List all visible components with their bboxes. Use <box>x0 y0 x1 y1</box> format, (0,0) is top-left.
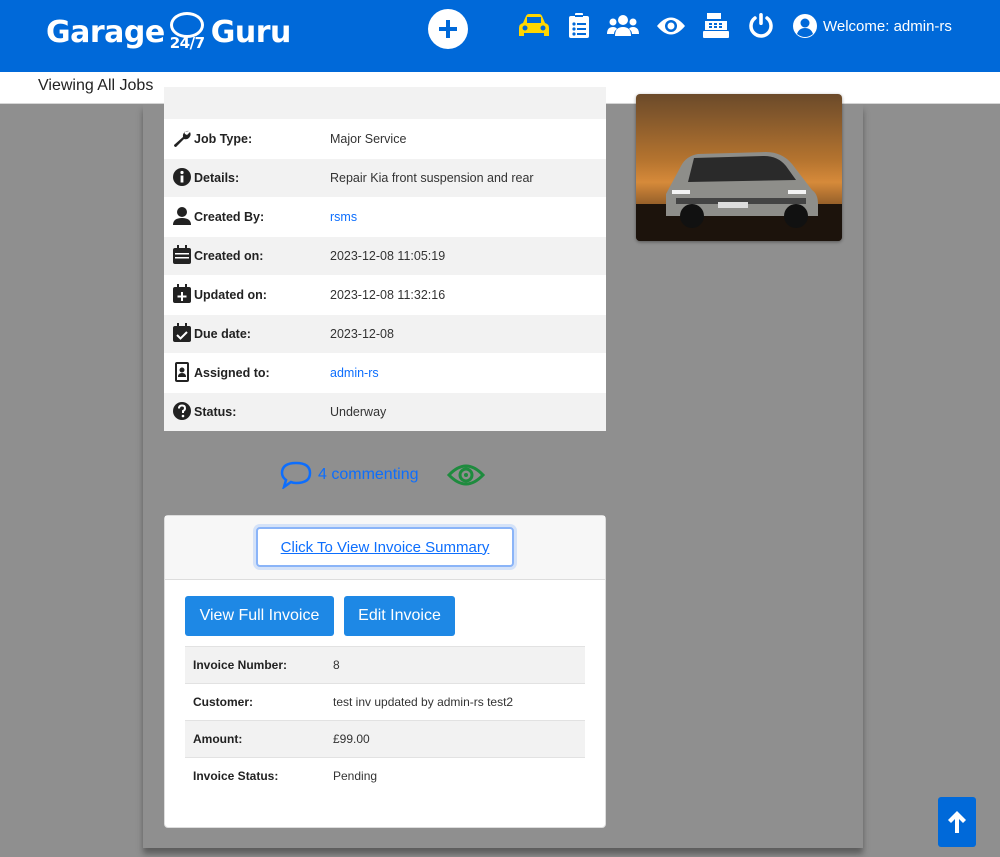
vehicle-photo <box>636 94 842 241</box>
due-date-label: Due date: <box>194 326 251 341</box>
clipboard-list-icon <box>569 13 589 38</box>
comment-count-link[interactable]: 4 commenting <box>318 466 419 484</box>
created-by-label: Created By: <box>194 209 265 224</box>
status-label: Status: <box>194 404 237 419</box>
due-date-value: 2023-12-08 <box>322 314 606 354</box>
amount-label: Amount: <box>185 720 325 758</box>
calendar-icon <box>173 244 191 264</box>
table-row: Status: Underway <box>164 392 606 431</box>
nav-cars-button[interactable] <box>516 10 552 42</box>
calendar-check-icon <box>173 322 191 342</box>
invoice-number-label: Invoice Number: <box>185 646 325 684</box>
invoice-status-value: Pending <box>325 757 585 794</box>
details-label: Details: <box>194 170 240 185</box>
wrench-icon <box>174 130 191 147</box>
invoice-number-value: 8 <box>325 646 585 684</box>
table-row: Created on: 2023-12-08 11:05:19 <box>164 236 606 276</box>
edit-invoice-button[interactable]: Edit Invoice <box>344 596 455 636</box>
status-value: Underway <box>322 392 606 431</box>
info-icon <box>173 167 191 186</box>
assigned-to-label: Assigned to: <box>194 365 270 380</box>
invoice-table: Invoice Number: 8 Customer: test inv upd… <box>185 646 585 794</box>
id-badge-icon <box>175 361 189 382</box>
question-icon <box>173 401 191 420</box>
customer-label: Customer: <box>185 683 325 721</box>
view-full-invoice-button[interactable]: View Full Invoice <box>185 596 334 636</box>
invoice-summary-button[interactable]: Click To View Invoice Summary <box>256 527 514 567</box>
updated-on-label: Updated on: <box>194 287 267 302</box>
power-icon <box>749 13 773 38</box>
table-row: Assigned to: admin-rs <box>164 353 606 393</box>
arrow-up-icon <box>948 811 966 833</box>
created-on-label: Created on: <box>194 248 264 263</box>
brand-name-right: Guru <box>210 14 292 50</box>
nav-view-button[interactable] <box>653 10 689 42</box>
job-details-table: Job Type: Major Service Details: Repair … <box>164 86 606 431</box>
invoice-card: Click To View Invoice Summary View Full … <box>164 515 606 828</box>
add-job-button[interactable] <box>428 9 468 49</box>
table-row <box>164 86 606 120</box>
users-icon <box>607 15 639 36</box>
comments-bar: 4 commenting <box>280 455 520 495</box>
car-icon <box>519 14 549 36</box>
brand-badge-text: 24/7 <box>169 34 205 52</box>
user-circle-icon <box>793 14 817 38</box>
cash-register-icon <box>703 13 729 38</box>
nav-jobs-button[interactable] <box>561 10 597 42</box>
user-icon <box>173 206 191 225</box>
table-row: Job Type: Major Service <box>164 119 606 159</box>
nav-customers-button[interactable] <box>605 10 641 42</box>
updated-on-value: 2023-12-08 11:32:16 <box>322 275 606 315</box>
table-row: Invoice Number: 8 <box>185 646 585 684</box>
table-row: Updated on: 2023-12-08 11:32:16 <box>164 275 606 315</box>
brand-logo[interactable]: Garage 24/7 Guru <box>46 12 291 52</box>
watch-eye-icon[interactable] <box>446 461 485 489</box>
plus-icon <box>439 20 457 38</box>
table-row: Amount: £99.00 <box>185 720 585 758</box>
job-type-label: Job Type: <box>194 131 253 146</box>
details-value: Repair Kia front suspension and rear <box>322 158 606 198</box>
table-row: Invoice Status: Pending <box>185 757 585 794</box>
scroll-to-top-button[interactable] <box>938 797 976 847</box>
assigned-to-link[interactable]: admin-rs <box>330 366 379 380</box>
table-row: Due date: 2023-12-08 <box>164 314 606 354</box>
table-row: Details: Repair Kia front suspension and… <box>164 158 606 198</box>
table-row: Customer: test inv updated by admin-rs t… <box>185 683 585 721</box>
brand-name-left: Garage <box>46 14 165 50</box>
created-on-value: 2023-12-08 11:05:19 <box>322 236 606 276</box>
brand-badge: 24/7 <box>168 12 208 52</box>
top-navbar: Garage 24/7 Guru Welcome: admin-rs <box>0 0 1000 72</box>
created-by-link[interactable]: rsms <box>330 210 357 224</box>
invoice-card-header: Click To View Invoice Summary <box>165 516 605 580</box>
nav-invoices-button[interactable] <box>698 10 734 42</box>
job-type-value: Major Service <box>322 119 606 159</box>
page-title: Viewing All Jobs <box>38 77 154 94</box>
calendar-plus-icon <box>173 283 191 303</box>
comment-icon[interactable] <box>280 461 312 489</box>
user-menu[interactable]: Welcome: admin-rs <box>793 14 952 38</box>
welcome-text: Welcome: admin-rs <box>823 17 952 35</box>
amount-value: £99.00 <box>325 720 585 758</box>
invoice-status-label: Invoice Status: <box>185 757 325 794</box>
table-row: Created By: rsms <box>164 197 606 237</box>
nav-logout-button[interactable] <box>743 10 779 42</box>
customer-value: test inv updated by admin-rs test2 <box>325 683 585 721</box>
eye-icon <box>657 17 685 35</box>
